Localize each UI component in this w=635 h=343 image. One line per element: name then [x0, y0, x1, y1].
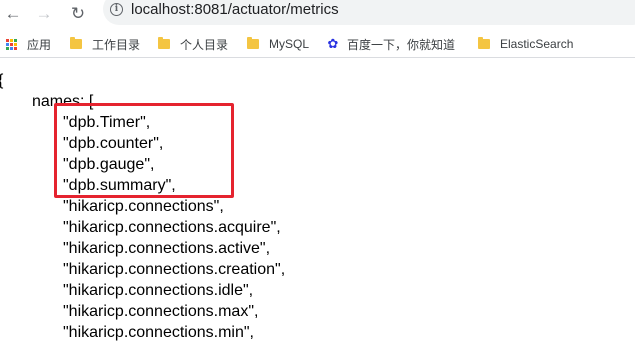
bookmark-personal-dir[interactable]: 个人目录 — [158, 31, 228, 57]
json-viewer: { names: [ "dpb.Timer", "dpb.counter", "… — [0, 59, 635, 341]
reload-icon[interactable]: ↻ — [65, 0, 91, 26]
bookmark-label: 个人目录 — [180, 37, 229, 52]
bookmark-label: MySQL — [269, 37, 310, 51]
bookmark-label: 百度一下，你就知道 — [347, 37, 456, 52]
open-brace: { — [0, 71, 3, 91]
bookmark-mysql[interactable]: MySQL — [247, 31, 309, 57]
back-arrow-icon[interactable]: ← — [0, 0, 26, 26]
bookmark-label: 工作目录 — [92, 37, 141, 52]
bookmark-work-dir[interactable]: 工作目录 — [70, 31, 140, 57]
metric-name: "hikaricp.connections.max", — [63, 303, 259, 320]
browser-toolbar: ← → ↻ i localhost:8081/actuator/metrics — [0, 0, 635, 26]
metric-name: "hikaricp.connections.active", — [63, 240, 271, 257]
metric-name: "hikaricp.connections.acquire", — [63, 219, 281, 236]
bookmark-baidu[interactable]: ✿ 百度一下，你就知道 — [326, 31, 455, 57]
highlight-annotation-box — [54, 103, 234, 198]
folder-icon — [247, 37, 259, 49]
metric-name: "hikaricp.connections.creation", — [63, 261, 286, 278]
folder-icon — [478, 37, 490, 49]
baidu-paw-icon: ✿ — [327, 36, 339, 51]
folder-icon — [70, 37, 82, 49]
url-text[interactable]: localhost:8081/actuator/metrics — [131, 1, 339, 18]
apps-icon — [6, 38, 17, 50]
bookmark-label: 应用 — [27, 37, 52, 52]
bookmark-elasticsearch[interactable]: ElasticSearch — [478, 31, 573, 57]
bookmarks-bar: 应用 工作目录 个人目录 MySQL ✿ 百度一下，你就知道 ElasticSe… — [0, 31, 635, 58]
bookmark-label: ElasticSearch — [500, 37, 574, 51]
metric-name: "hikaricp.connections.idle", — [63, 282, 254, 299]
metric-name: "hikaricp.connections", — [63, 198, 224, 215]
forward-arrow-icon[interactable]: → — [31, 0, 57, 26]
folder-icon — [158, 37, 170, 49]
address-bar[interactable]: i localhost:8081/actuator/metrics — [103, 0, 635, 25]
metric-name: "hikaricp.connections.min", — [63, 324, 254, 341]
info-icon[interactable]: i — [110, 3, 123, 16]
bookmark-apps[interactable]: 应用 — [6, 31, 51, 57]
